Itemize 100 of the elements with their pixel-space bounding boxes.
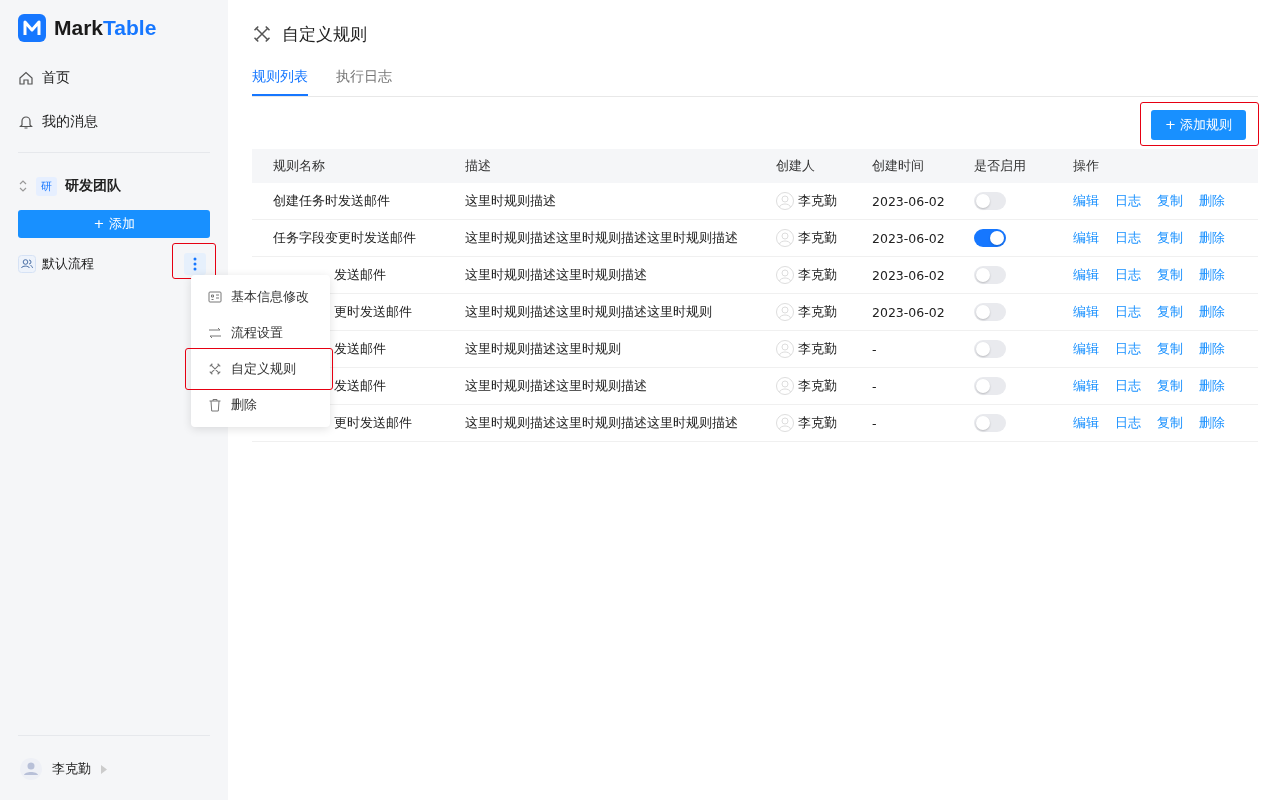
table-cell: 更时发送邮件 <box>334 414 412 432</box>
more-button[interactable] <box>184 253 206 275</box>
table-cell: - <box>872 378 877 394</box>
action-link[interactable]: 编辑 <box>1073 340 1099 358</box>
action-link[interactable]: 日志 <box>1115 192 1141 210</box>
column-header: 创建人 <box>776 157 816 175</box>
column-header: 创建时间 <box>872 157 925 175</box>
avatar-icon <box>20 758 42 780</box>
action-link[interactable]: 复制 <box>1157 340 1183 358</box>
action-link[interactable]: 删除 <box>1199 377 1225 395</box>
table-cell: - <box>872 415 877 431</box>
action-link[interactable]: 日志 <box>1115 340 1141 358</box>
add-rule-button[interactable]: + 添加规则 <box>1150 110 1246 140</box>
menu-item[interactable]: 删除 <box>191 387 330 423</box>
column-header: 规则名称 <box>272 157 326 175</box>
action-link[interactable]: 删除 <box>1199 266 1225 284</box>
menu-item[interactable]: 基本信息修改 <box>191 279 330 315</box>
action-link[interactable]: 复制 <box>1157 192 1183 210</box>
table-cell: 这里时规则描述这里时规则描述这里时规则描述 <box>465 414 738 432</box>
menu-item[interactable]: 流程设置 <box>191 315 330 351</box>
tools-icon <box>252 24 272 44</box>
expand-icon[interactable] <box>18 179 28 193</box>
table-cell: 这里时规则描述这里时规则描述 <box>465 266 647 284</box>
action-link[interactable]: 编辑 <box>1073 414 1099 432</box>
home-icon <box>18 70 34 86</box>
table-cell: 创建任务时发送邮件 <box>273 192 390 210</box>
column-header: 描述 <box>465 157 492 175</box>
toggle-switch[interactable] <box>974 229 1006 247</box>
tab[interactable]: 规则列表 <box>252 68 308 96</box>
table-cell: 这里时规则描述这里时规则描述这里时规则描述 <box>465 229 738 247</box>
action-link[interactable]: 编辑 <box>1073 266 1099 284</box>
user-name[interactable]: 李克勤 <box>52 760 91 778</box>
toggle-switch[interactable] <box>974 340 1006 358</box>
nav-item[interactable]: 首页 <box>18 56 210 100</box>
table-cell: 李克勤 <box>798 303 837 321</box>
toggle-switch[interactable] <box>974 414 1006 432</box>
toggle-switch[interactable] <box>974 192 1006 210</box>
flow-item[interactable]: 默认流程 <box>42 255 178 273</box>
avatar-icon <box>776 414 794 432</box>
action-link[interactable]: 复制 <box>1157 414 1183 432</box>
users-icon <box>18 255 36 273</box>
card-icon <box>208 290 222 304</box>
table-cell: 李克勤 <box>798 192 837 210</box>
table-cell: 李克勤 <box>798 414 837 432</box>
nav-item[interactable]: 我的消息 <box>18 100 210 144</box>
column-header: 操作 <box>1073 157 1100 175</box>
page-title: 自定义规则 <box>282 22 367 46</box>
team-badge: 研 <box>36 176 57 196</box>
action-link[interactable]: 删除 <box>1199 414 1225 432</box>
action-link[interactable]: 编辑 <box>1073 229 1099 247</box>
action-link[interactable]: 删除 <box>1199 340 1225 358</box>
action-link[interactable]: 编辑 <box>1073 377 1099 395</box>
action-link[interactable]: 复制 <box>1157 377 1183 395</box>
toggle-switch[interactable] <box>974 303 1006 321</box>
tab[interactable]: 执行日志 <box>336 68 392 96</box>
table-cell: 李克勤 <box>798 229 837 247</box>
table-cell: 发送邮件 <box>334 266 386 284</box>
team-name: 研发团队 <box>65 177 121 195</box>
action-link[interactable]: 删除 <box>1199 303 1225 321</box>
table-cell: 更时发送邮件 <box>334 303 412 321</box>
table-cell: 李克勤 <box>798 377 837 395</box>
add-button[interactable]: + 添加 <box>18 210 210 238</box>
toggle-switch[interactable] <box>974 377 1006 395</box>
action-link[interactable]: 删除 <box>1199 229 1225 247</box>
table-cell: 发送邮件 <box>334 377 386 395</box>
action-link[interactable]: 复制 <box>1157 266 1183 284</box>
table-cell: 李克勤 <box>798 340 837 358</box>
avatar-icon <box>776 377 794 395</box>
column-header: 是否启用 <box>974 157 1027 175</box>
action-link[interactable]: 日志 <box>1115 414 1141 432</box>
table-cell: 发送邮件 <box>334 340 386 358</box>
table-cell: 2023-06-02 <box>872 230 945 246</box>
logo-icon <box>18 14 46 42</box>
action-link[interactable]: 日志 <box>1115 229 1141 247</box>
action-link[interactable]: 日志 <box>1115 266 1141 284</box>
avatar-icon <box>776 266 794 284</box>
action-link[interactable]: 复制 <box>1157 303 1183 321</box>
avatar-icon <box>776 192 794 210</box>
table-cell: 2023-06-02 <box>872 304 945 320</box>
action-link[interactable]: 复制 <box>1157 229 1183 247</box>
toggle-switch[interactable] <box>974 266 1006 284</box>
table-cell: 这里时规则描述这里时规则描述 <box>465 377 647 395</box>
avatar-icon <box>776 303 794 321</box>
table-cell: 这里时规则描述 <box>465 192 556 210</box>
trash-icon <box>208 398 222 412</box>
action-link[interactable]: 日志 <box>1115 377 1141 395</box>
more-icon <box>193 257 197 271</box>
menu-item[interactable]: 自定义规则 <box>185 348 333 390</box>
action-link[interactable]: 删除 <box>1199 192 1225 210</box>
table-cell: - <box>872 341 877 357</box>
action-link[interactable]: 日志 <box>1115 303 1141 321</box>
caret-icon[interactable] <box>101 764 107 774</box>
avatar-icon <box>776 340 794 358</box>
table-cell: 李克勤 <box>798 266 837 284</box>
logo-text: MarkTable <box>54 16 157 40</box>
action-link[interactable]: 编辑 <box>1073 303 1099 321</box>
table-cell: 这里时规则描述这里时规则描述这里时规则 <box>465 303 712 321</box>
avatar-icon <box>776 229 794 247</box>
action-link[interactable]: 编辑 <box>1073 192 1099 210</box>
swap-icon <box>208 326 222 340</box>
